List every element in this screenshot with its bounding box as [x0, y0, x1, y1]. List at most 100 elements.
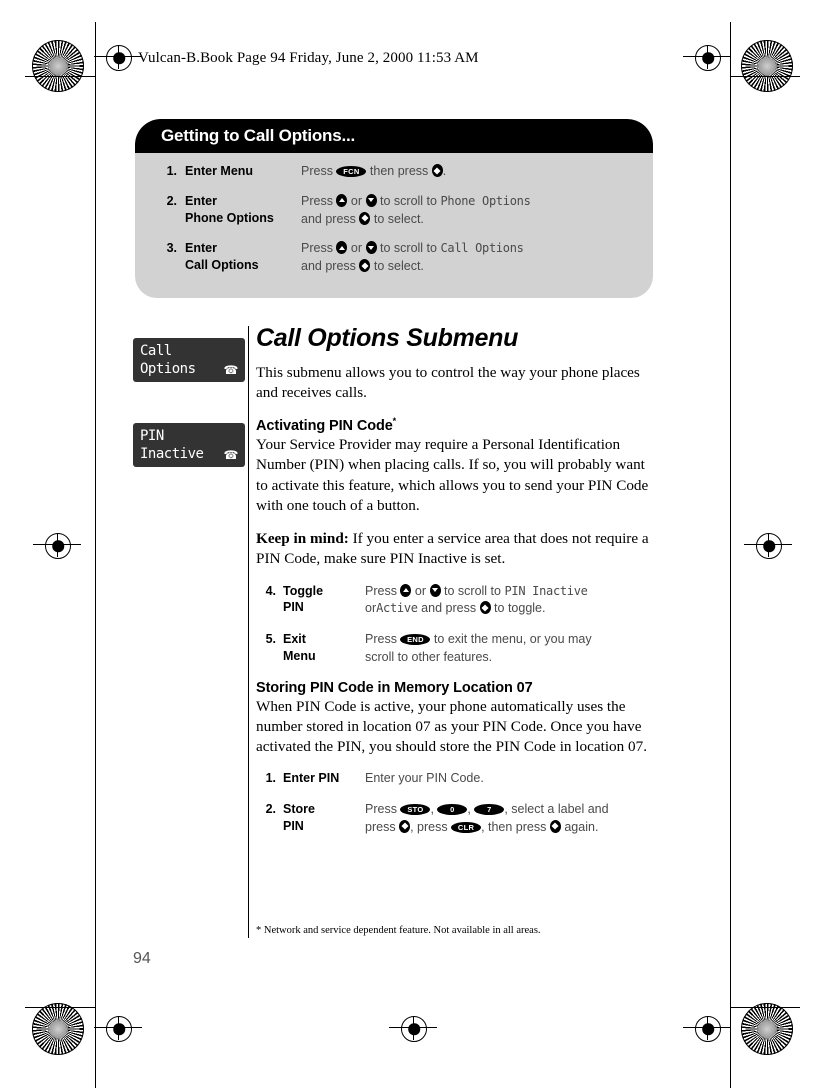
- lcd-line-2: Options: [140, 361, 196, 377]
- step-number: 5.: [265, 632, 276, 647]
- scroll-up-key-icon: [336, 241, 348, 255]
- select-key-icon: [479, 601, 491, 615]
- registration-target-bottom-left: [106, 1016, 132, 1042]
- callout-step-3: 3. Enter Call Options Press or to scroll…: [155, 240, 633, 276]
- trim-line-right: [730, 22, 731, 1088]
- scroll-up-key-icon: [336, 193, 348, 207]
- step-desc-line2: and press to select.: [301, 258, 633, 276]
- registration-crosshair-v-top-right: [707, 45, 708, 69]
- registration-starburst-bottom-left: [32, 1003, 84, 1055]
- registration-target-mid-left: [45, 533, 71, 559]
- step-number: 2.: [265, 801, 276, 816]
- press-word-2: , press: [410, 819, 448, 834]
- step-description: Enter your PIN Code.: [365, 770, 660, 788]
- store-step-1: 1. Enter PIN Enter your PIN Code.: [256, 770, 660, 788]
- step-desc-line1: Press STO, 0, 7, select a label and: [365, 801, 609, 816]
- select-key-icon: [359, 259, 371, 272]
- step-label: Exit Menu: [276, 631, 365, 665]
- keep-in-mind-label: Keep in mind:: [256, 530, 349, 548]
- registration-crosshair-v-top-left: [118, 45, 119, 69]
- registration-target-top-left: [106, 45, 132, 71]
- period-mark: .: [442, 164, 447, 178]
- step-number: 1.: [166, 164, 177, 178]
- step-label-line2: PIN: [283, 818, 304, 833]
- registration-target-bottom-right: [695, 1016, 721, 1042]
- scroll-down-key-icon: [365, 193, 377, 207]
- step-description: Press END to exit the menu, or you may s…: [365, 631, 660, 667]
- trim-line-header-rule: [106, 56, 142, 57]
- press-word: Press: [365, 632, 397, 647]
- step-label-line1: Toggle: [283, 583, 324, 598]
- lcd-line-2-row: Options ☎: [140, 360, 239, 378]
- step-desc-line2: scroll to other features.: [365, 649, 493, 664]
- menu-item-active: Active: [376, 601, 418, 616]
- step-description: Press STO, 0, 7, select a label and pres…: [365, 801, 660, 837]
- to-toggle-words: to toggle.: [494, 601, 546, 616]
- toggle-step-5: 5. Exit Menu Press END to exit the menu,…: [256, 631, 660, 667]
- step-desc-line1: Press FCN then press .: [301, 163, 633, 181]
- lcd-screen-pin-inactive: PIN Inactive ☎: [133, 423, 245, 467]
- paragraph-activating-pin: Your Service Provider may require a Pers…: [256, 436, 649, 514]
- step-label: Enter Menu: [177, 163, 301, 180]
- press-word: Press: [301, 241, 333, 256]
- step-desc-line1: Enter your PIN Code.: [365, 771, 484, 786]
- again-word: again.: [564, 819, 599, 834]
- digit-0-key-icon: 0: [437, 803, 468, 815]
- registration-target-top-right: [695, 45, 721, 71]
- step-description: Press or to scroll to PIN Inactive orAct…: [365, 583, 660, 619]
- lcd-line-2: Inactive: [140, 446, 204, 462]
- trim-line-bottom-right: [730, 1007, 800, 1008]
- press-word: Press: [365, 583, 397, 598]
- step-label-line2: PIN: [283, 600, 304, 615]
- step-description: Press FCN then press .: [301, 163, 633, 181]
- callout-step-2: 2. Enter Phone Options Press or to scrol…: [155, 193, 633, 229]
- phone-icon: ☎: [223, 448, 239, 462]
- intro-paragraph: This submenu allows you to control the w…: [256, 364, 640, 402]
- footnote: * Network and service dependent feature.…: [256, 925, 541, 936]
- step-label: Enter PIN: [276, 770, 365, 787]
- registration-target-mid-right: [756, 533, 782, 559]
- page-title: Call Options Submenu: [256, 324, 519, 352]
- keep-in-mind-paragraph: Keep in mind: If you enter a service are…: [256, 529, 660, 569]
- scroll-to-words: to scroll to: [380, 241, 437, 256]
- select-key-icon: [431, 164, 443, 177]
- paragraph-storing-pin: When PIN Code is active, your phone auto…: [256, 697, 648, 756]
- registration-crosshair-v-bottom-center: [413, 1016, 414, 1040]
- step-desc-line2: press , press CLR, then press again.: [365, 819, 660, 837]
- scroll-down-key-icon: [365, 241, 377, 255]
- fcn-key-icon: FCN: [336, 166, 367, 177]
- step-label-line1: Enter PIN: [283, 771, 340, 786]
- select-key-icon: [549, 819, 561, 833]
- press-word: Press: [301, 193, 333, 208]
- callout-box: Getting to Call Options... 1. Enter Menu…: [135, 119, 653, 298]
- step-label-line1: Exit: [283, 632, 306, 647]
- page-number: 94: [133, 950, 151, 967]
- scroll-to-words: to scroll to: [380, 193, 437, 208]
- then-press-words: then press: [369, 164, 429, 178]
- lcd-screen-call-options: Call Options ☎: [133, 338, 245, 382]
- lcd-line-1: Call: [140, 343, 172, 359]
- trim-line-top-right: [730, 76, 800, 77]
- and-press-words: and press: [301, 211, 356, 226]
- clr-key-icon: CLR: [451, 821, 482, 833]
- trim-line-bottom: [25, 1007, 95, 1008]
- step-number: 1.: [265, 771, 276, 786]
- store-steps-list: 1. Enter PIN Enter your PIN Code. 2. Sto…: [256, 770, 660, 836]
- main-content: Call Options Submenu This submenu allows…: [256, 324, 660, 849]
- callout-step-1: 1. Enter Menu Press FCN then press .: [155, 163, 633, 181]
- to-select-words: to select.: [373, 259, 424, 273]
- or-word: or: [414, 583, 427, 598]
- subhead-activating-pin: Activating PIN Code*: [256, 416, 660, 434]
- registration-target-bottom-center: [401, 1016, 427, 1042]
- registration-crosshair-v-mid-right: [768, 533, 769, 557]
- step-number: 2.: [166, 193, 177, 208]
- menu-item-pin-inactive: PIN Inactive: [504, 583, 588, 598]
- column-divider: [248, 326, 249, 938]
- lcd-line-2-row: Inactive ☎: [140, 445, 239, 463]
- registration-starburst-top-left: [32, 40, 84, 92]
- callout-title: Getting to Call Options...: [135, 119, 653, 153]
- scroll-up-key-icon: [400, 583, 412, 597]
- registration-crosshair-v-bottom-left: [118, 1016, 119, 1040]
- scroll-to-words: to scroll to: [444, 583, 501, 598]
- registration-crosshair-v-mid-left: [57, 533, 58, 557]
